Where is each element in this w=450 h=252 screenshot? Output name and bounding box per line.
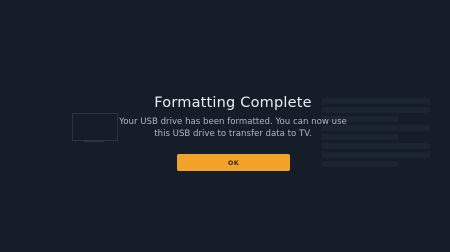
modal-overlay: Formatting Complete Your USB drive has b… xyxy=(0,0,450,252)
dialog-message-line-2: this USB drive to transfer data to TV. xyxy=(154,128,312,139)
dialog-title: Formatting Complete xyxy=(154,95,312,111)
dialog-message-line-1: Your USB drive has been formatted. You c… xyxy=(119,117,347,127)
dialog-message: Your USB drive has been formatted. You c… xyxy=(0,117,450,140)
ok-button[interactable]: OK xyxy=(177,154,290,171)
